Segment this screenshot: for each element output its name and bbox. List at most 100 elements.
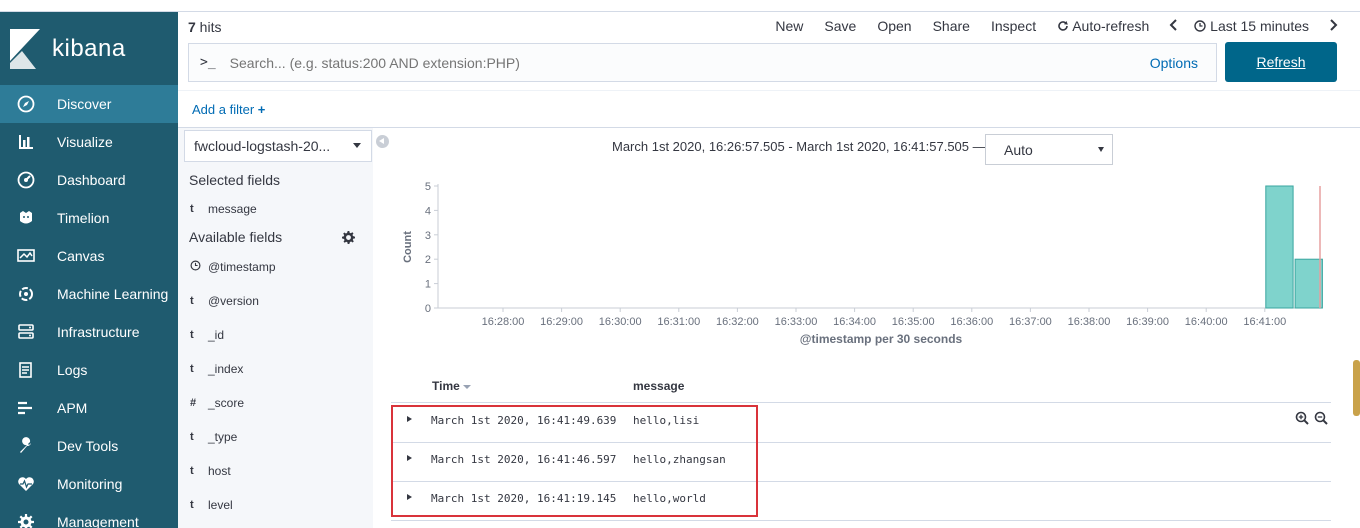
sidebar-item-timelion[interactable]: Timelion bbox=[0, 199, 178, 237]
kibana-logo[interactable]: kibana bbox=[0, 12, 178, 85]
field-item[interactable]: t host bbox=[190, 463, 231, 479]
zoom-in-icon[interactable] bbox=[1295, 411, 1309, 425]
sidebar-item-discover[interactable]: Discover bbox=[0, 85, 178, 123]
app-name: kibana bbox=[52, 34, 126, 62]
sidebar-item-logs[interactable]: Logs bbox=[0, 351, 178, 389]
sidebar-item-monitoring[interactable]: Monitoring bbox=[0, 465, 178, 503]
index-pattern-select[interactable]: fwcloud-logstash-20... bbox=[184, 130, 372, 162]
y-tick-label: 1 bbox=[425, 279, 431, 291]
row-time: March 1st 2020, 16:41:19.145 bbox=[431, 492, 617, 505]
save-button[interactable]: Save bbox=[824, 18, 856, 34]
expand-row-icon[interactable] bbox=[407, 416, 412, 422]
field-name: level bbox=[208, 498, 233, 512]
time-back-button[interactable] bbox=[1169, 18, 1178, 34]
table-row[interactable]: March 1st 2020, 16:41:19.145 hello,world bbox=[391, 482, 1331, 520]
time-picker-button[interactable]: Last 15 minutes bbox=[1194, 18, 1309, 34]
filter-bar: Add a filter + bbox=[178, 90, 1360, 128]
field-item[interactable]: @timestamp bbox=[190, 259, 276, 275]
sidebar-item-label: Dev Tools bbox=[57, 438, 119, 454]
x-tick-label: 16:34:00 bbox=[833, 316, 876, 328]
sidebar-item-infrastructure[interactable]: Infrastructure bbox=[0, 313, 178, 351]
search-input[interactable] bbox=[229, 54, 1110, 71]
x-tick-label: 16:30:00 bbox=[599, 316, 642, 328]
field-item[interactable]: t message bbox=[190, 201, 257, 217]
sidebar-item-label: Timelion bbox=[57, 210, 110, 226]
sidebar-item-label: Discover bbox=[57, 96, 112, 112]
sidebar-item-label: APM bbox=[57, 400, 88, 416]
gear-icon bbox=[16, 512, 36, 528]
refresh-button[interactable]: Refresh bbox=[1225, 42, 1337, 82]
plus-icon: + bbox=[257, 102, 266, 117]
zoom-out-icon[interactable] bbox=[1314, 411, 1328, 425]
column-header-message[interactable]: message bbox=[633, 379, 684, 393]
add-filter-button[interactable]: Add a filter + bbox=[192, 102, 265, 117]
sidebar-item-label: Canvas bbox=[57, 248, 105, 264]
x-tick-label: 16:31:00 bbox=[657, 316, 700, 328]
available-fields-title: Available fields bbox=[189, 229, 283, 245]
options-link[interactable]: Options bbox=[1150, 55, 1198, 71]
field-type-icon: t bbox=[190, 329, 194, 341]
sidebar-item-machine-learning[interactable]: Machine Learning bbox=[0, 275, 178, 313]
sort-desc-icon[interactable] bbox=[462, 384, 471, 389]
apm-icon bbox=[16, 398, 36, 418]
collapse-sidebar-icon[interactable] bbox=[376, 135, 389, 148]
field-name: host bbox=[208, 464, 231, 478]
query-bar: >_ Options bbox=[188, 43, 1217, 82]
x-tick-label: 16:35:00 bbox=[892, 316, 935, 328]
y-tick-label: 5 bbox=[425, 181, 431, 193]
field-item[interactable]: t _id bbox=[190, 327, 224, 343]
field-item[interactable]: # _score bbox=[190, 395, 244, 411]
sidebar-item-label: Dashboard bbox=[57, 172, 126, 188]
new-button[interactable]: New bbox=[775, 18, 803, 34]
sidebar-item-dev-tools[interactable]: Dev Tools bbox=[0, 427, 178, 465]
wrench-icon bbox=[16, 436, 36, 456]
field-item[interactable]: t level bbox=[190, 497, 233, 513]
field-type-icon: t bbox=[190, 465, 194, 477]
open-button[interactable]: Open bbox=[877, 18, 911, 34]
date-range-label: March 1st 2020, 16:26:57.505 - March 1st… bbox=[612, 139, 986, 154]
auto-refresh-button[interactable]: Auto-refresh bbox=[1057, 18, 1149, 34]
time-forward-button[interactable] bbox=[1329, 18, 1338, 34]
sidebar-item-apm[interactable]: APM bbox=[0, 389, 178, 427]
field-type-icon: # bbox=[190, 397, 197, 409]
timelion-icon bbox=[16, 208, 36, 228]
logs-icon bbox=[16, 360, 36, 380]
sidebar-item-dashboard[interactable]: Dashboard bbox=[0, 161, 178, 199]
x-tick-label: 16:32:00 bbox=[716, 316, 759, 328]
chevron-right-icon bbox=[1330, 19, 1338, 31]
sidebar-item-visualize[interactable]: Visualize bbox=[0, 123, 178, 161]
field-type-icon: t bbox=[190, 363, 194, 375]
date-type-icon bbox=[190, 260, 208, 274]
table-row[interactable]: March 1st 2020, 16:41:49.639 hello,lisi bbox=[391, 404, 1331, 442]
share-button[interactable]: Share bbox=[933, 18, 970, 34]
chevron-left-icon bbox=[1169, 19, 1177, 31]
expand-row-icon[interactable] bbox=[407, 455, 412, 461]
field-item[interactable]: t _index bbox=[190, 361, 243, 377]
histogram-chart[interactable]: 0 1 2 3 4 5 16:28:00 16:29:00 16:30:00 16:31:00 16… bbox=[395, 172, 1335, 352]
sidebar-item-canvas[interactable]: Canvas bbox=[0, 237, 178, 275]
server-icon bbox=[16, 322, 36, 342]
page-scrollbar[interactable] bbox=[1353, 360, 1360, 416]
histogram-bar bbox=[1294, 258, 1323, 309]
caret-down-icon bbox=[353, 143, 361, 148]
canvas-icon bbox=[16, 246, 36, 266]
inspect-button[interactable]: Inspect bbox=[991, 18, 1036, 34]
kibana-logo-icon bbox=[10, 28, 40, 69]
interval-select[interactable]: Auto bbox=[985, 134, 1113, 165]
field-item[interactable]: t @version bbox=[190, 293, 259, 309]
field-name: _type bbox=[208, 430, 238, 444]
gear-icon[interactable] bbox=[342, 231, 355, 244]
row-message: hello,zhangsan bbox=[633, 453, 726, 466]
field-name: _index bbox=[208, 362, 244, 376]
y-tick-label: 2 bbox=[425, 254, 431, 266]
column-header-time[interactable]: Time bbox=[432, 379, 471, 393]
x-tick-label: 16:37:00 bbox=[1009, 316, 1052, 328]
sidebar-item-management[interactable]: Management bbox=[0, 503, 178, 528]
expand-row-icon[interactable] bbox=[407, 494, 412, 500]
sidebar: kibana Discover Visualize Dashboard Timelio… bbox=[0, 12, 178, 528]
sidebar-item-label: Monitoring bbox=[57, 476, 123, 492]
histogram-bar bbox=[1265, 185, 1294, 309]
field-name: _score bbox=[208, 396, 245, 410]
table-row[interactable]: March 1st 2020, 16:41:46.597 hello,zhangs… bbox=[391, 443, 1331, 481]
field-item[interactable]: t _type bbox=[190, 429, 237, 445]
